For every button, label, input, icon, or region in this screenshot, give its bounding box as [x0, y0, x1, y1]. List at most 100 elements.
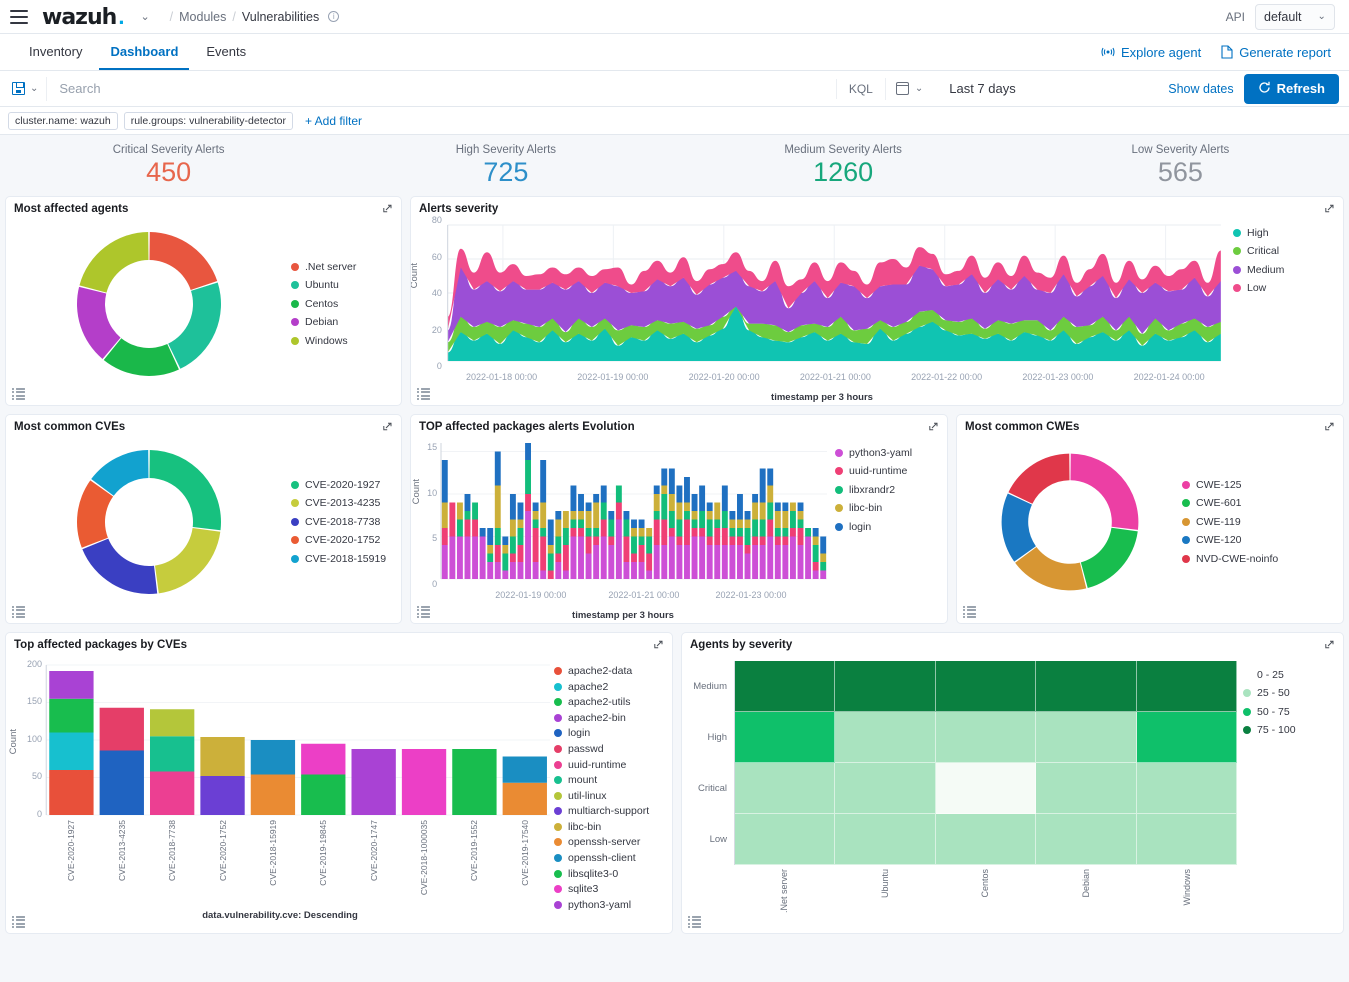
bar-segment[interactable]: [479, 527, 486, 537]
bar-segment[interactable]: [547, 544, 554, 554]
bar-segment[interactable]: [509, 493, 516, 520]
refresh-button[interactable]: Refresh: [1243, 73, 1339, 104]
inspect-panel-icon[interactable]: [963, 606, 977, 618]
bar-segment[interactable]: [729, 519, 736, 528]
expand-icon[interactable]: [382, 421, 393, 432]
heatmap-cell[interactable]: [1136, 660, 1237, 712]
bar-segment[interactable]: [494, 561, 501, 579]
bar-segment[interactable]: [661, 519, 668, 545]
heatmap-cell[interactable]: [835, 711, 936, 763]
bar-segment[interactable]: [585, 502, 592, 511]
bar-segment[interactable]: [820, 553, 827, 562]
bar-segment[interactable]: [351, 748, 396, 815]
bar-segment[interactable]: [774, 536, 781, 545]
legend-item[interactable]: CVE-2018-7738: [291, 516, 386, 528]
bar-segment[interactable]: [615, 519, 622, 579]
bar-segment[interactable]: [752, 493, 759, 503]
bar-segment[interactable]: [532, 510, 539, 520]
legend-item[interactable]: Debian: [291, 316, 356, 328]
bar-segment[interactable]: [517, 561, 524, 579]
bar-segment[interactable]: [562, 570, 569, 579]
bar-segment[interactable]: [820, 570, 827, 579]
bar-segment[interactable]: [646, 553, 653, 571]
donut-cves[interactable]: [6, 442, 291, 602]
inspect-panel-icon[interactable]: [12, 388, 26, 400]
bar-segment[interactable]: [744, 553, 751, 579]
tab-inventory[interactable]: Inventory: [18, 34, 93, 70]
legend-agents-by-severity[interactable]: 0 - 25 25 - 50 50 - 75 75 - 100: [1243, 655, 1343, 925]
breadcrumb-modules[interactable]: Modules: [179, 10, 226, 24]
donut-slice[interactable]: [148, 449, 221, 531]
bar-segment[interactable]: [737, 536, 743, 545]
legend-item[interactable]: libsqlite3-0: [554, 868, 672, 880]
legend-item[interactable]: login: [554, 727, 672, 739]
bar-segment[interactable]: [525, 442, 531, 460]
bar-segment[interactable]: [464, 519, 471, 537]
bar-segment[interactable]: [149, 771, 195, 815]
legend-item[interactable]: mount: [554, 774, 672, 786]
bar-segment[interactable]: [525, 510, 531, 579]
bar-segment[interactable]: [631, 561, 637, 579]
bar-segment[interactable]: [494, 527, 501, 545]
bar-segment[interactable]: [684, 544, 690, 579]
bar-segment[interactable]: [509, 561, 516, 579]
bar-segment[interactable]: [49, 698, 94, 733]
bar-segment[interactable]: [789, 502, 796, 511]
bar-segment[interactable]: [487, 527, 494, 545]
bar-segment[interactable]: [49, 769, 94, 815]
bar-segment[interactable]: [623, 536, 630, 562]
bar-segment[interactable]: [744, 519, 751, 528]
bar-segment[interactable]: [615, 485, 622, 503]
legend-item[interactable]: apache2-bin: [554, 712, 672, 724]
saved-queries-button[interactable]: ⌄: [8, 76, 48, 101]
bar-segment[interactable]: [797, 544, 804, 579]
bar-segment[interactable]: [540, 536, 547, 571]
show-dates-button[interactable]: Show dates: [1168, 82, 1243, 96]
bar-segment[interactable]: [449, 536, 456, 579]
bar-segment[interactable]: [555, 510, 562, 520]
bar-segment[interactable]: [472, 536, 479, 579]
bar-segment[interactable]: [578, 493, 584, 511]
bar-segment[interactable]: [699, 527, 706, 537]
bar-segment[interactable]: [441, 527, 448, 545]
bar-segment[interactable]: [464, 536, 471, 579]
bar-segment[interactable]: [714, 527, 721, 545]
heatmap-cell[interactable]: [1036, 711, 1137, 763]
expand-icon[interactable]: [1324, 639, 1335, 650]
bar-segment[interactable]: [487, 544, 494, 554]
heatmap-cell[interactable]: [835, 660, 936, 712]
heatmap-cell[interactable]: [1136, 762, 1237, 814]
legend-item[interactable]: 0 - 25: [1243, 669, 1343, 681]
bar-segment[interactable]: [737, 519, 743, 528]
bar-segment[interactable]: [744, 510, 751, 520]
bar-segment[interactable]: [441, 544, 448, 579]
bar-segment[interactable]: [502, 570, 509, 579]
legend-item[interactable]: uuid-runtime: [835, 465, 947, 477]
heatmap-cell[interactable]: [1036, 660, 1137, 712]
bar-segment[interactable]: [767, 536, 774, 579]
bar-segment[interactable]: [456, 502, 463, 520]
bar-segment[interactable]: [585, 536, 592, 554]
bar-segment[interactable]: [532, 502, 539, 511]
bar-segment[interactable]: [805, 527, 812, 537]
bar-segment[interactable]: [502, 553, 509, 571]
bar-segment[interactable]: [532, 519, 539, 528]
expand-icon[interactable]: [382, 203, 393, 214]
bar-segment[interactable]: [631, 527, 637, 537]
legend-item[interactable]: CWE-119: [1182, 516, 1278, 528]
bar-segment[interactable]: [729, 510, 736, 520]
bar-segment[interactable]: [585, 553, 592, 579]
bar-segment[interactable]: [676, 502, 683, 520]
bar-segment[interactable]: [668, 527, 675, 537]
api-select[interactable]: default ⌄: [1255, 3, 1335, 30]
donut-slice[interactable]: [1007, 453, 1070, 504]
legend-item[interactable]: Centos: [291, 298, 356, 310]
bar-segment[interactable]: [721, 527, 728, 545]
donut-slice[interactable]: [167, 282, 221, 369]
bar-segment[interactable]: [502, 544, 509, 554]
bar-segment[interactable]: [782, 502, 789, 511]
legend-item[interactable]: 50 - 75: [1243, 706, 1343, 718]
bar-segment[interactable]: [149, 709, 195, 737]
bar-segment[interactable]: [782, 527, 789, 537]
bar-segment[interactable]: [774, 502, 781, 511]
